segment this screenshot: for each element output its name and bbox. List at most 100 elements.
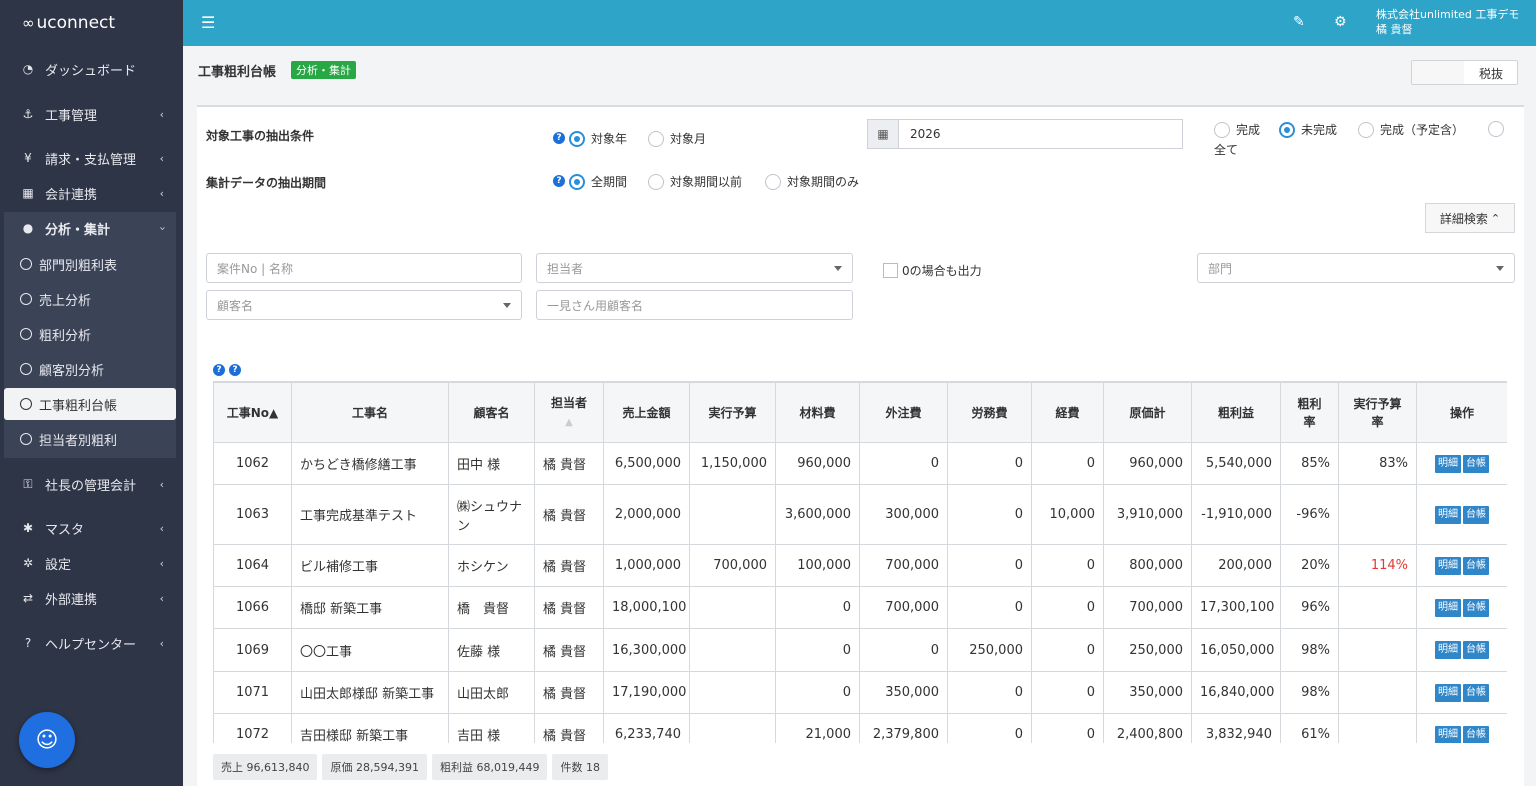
sidebar-item-billing[interactable]: ¥ 請求・支払管理 ‹ [4, 142, 176, 174]
tax-toggle[interactable]: 税抜 [1411, 60, 1518, 85]
help-icon[interactable]: ? [553, 175, 565, 187]
chevron-down-icon: ‹ [155, 225, 169, 231]
cell-material: 100,000 [775, 544, 860, 587]
sidebar-subitem-sales-analysis[interactable]: 売上分析 [4, 283, 176, 315]
sidebar-subitem-staff-profit[interactable]: 担当者別粗利 [4, 423, 176, 455]
col-header-profit[interactable]: 粗利益 [1191, 382, 1281, 443]
col-header-budget-rate[interactable]: 実行予算率 [1338, 382, 1417, 443]
radio-status-incomplete[interactable]: 未完成 [1279, 121, 1337, 138]
staff-select[interactable]: 担当者 [536, 253, 853, 283]
cell-rate: 20% [1280, 544, 1339, 587]
col-header-rate[interactable]: 粗利率 [1280, 382, 1339, 443]
summary-bar: 売上 96,613,840 原価 28,594,391 粗利益 68,019,4… [213, 754, 608, 780]
sidebar-item-external[interactable]: ⇄ 外部連携 ‹ [4, 582, 176, 614]
tax-toggle-label: 税抜 [1478, 67, 1503, 81]
zero-output-checkbox[interactable]: 0の場合も出力 [883, 262, 982, 279]
sidebar-item-help[interactable]: ? ヘルプセンター ‹ [4, 627, 176, 659]
cell-outsource: 0 [859, 628, 948, 672]
col-header-material[interactable]: 材料費 [775, 382, 860, 443]
chevron-left-icon: ‹ [159, 186, 164, 200]
settings-icon[interactable]: ⚙ [1334, 14, 1347, 30]
sidebar-subitem-customer-analysis[interactable]: 顧客別分析 [4, 353, 176, 385]
sidebar-subitem-profit-ledger[interactable]: 工事粗利台帳 [4, 388, 176, 420]
sidebar-subitem-profit-analysis[interactable]: 粗利分析 [4, 318, 176, 350]
chevron-left-icon: ‹ [159, 556, 164, 570]
radio-before-period[interactable]: 対象期間以前 [648, 173, 742, 190]
one-time-customer-input[interactable]: 一見さん用顧客名 [536, 290, 853, 320]
radio-target-year[interactable]: 対象年 [569, 130, 627, 147]
cell-rate: 98% [1280, 671, 1339, 714]
year-input[interactable]: ▦ 2026 [867, 119, 1183, 149]
help-icon[interactable]: ? [553, 132, 565, 144]
cell-budget [689, 484, 776, 545]
radio-label: 完成 [1236, 123, 1261, 137]
col-header-labor[interactable]: 労務費 [947, 382, 1032, 443]
radio-only-period[interactable]: 対象期間のみ [765, 173, 859, 190]
cell-cost: 700,000 [1103, 586, 1192, 629]
case-search-input[interactable]: 案件No | 名称 [206, 253, 522, 283]
ledger-button[interactable]: 台帳 [1463, 556, 1489, 575]
radio-status-complete-planned[interactable]: 完成（予定含） [1358, 121, 1464, 138]
sidebar-item-accounting[interactable]: ▦ 会計連携 ‹ [4, 177, 176, 209]
ledger-button[interactable]: 台帳 [1463, 505, 1489, 524]
user-menu[interactable]: 株式会社unlimited 工事デモ 橘 貴督 [1376, 7, 1519, 37]
cell-ops: 明細 台帳 [1416, 484, 1507, 545]
cell-budget-rate [1338, 713, 1417, 743]
cell-outsource: 0 [859, 442, 948, 485]
cell-sales: 16,300,000 [603, 628, 690, 672]
app-logo[interactable]: ∞ uconnect [0, 0, 183, 46]
cell-expense: 0 [1031, 442, 1104, 485]
checkbox-box [883, 263, 898, 278]
ledger-button[interactable]: 台帳 [1463, 683, 1489, 702]
col-header-outsource[interactable]: 外注費 [859, 382, 948, 443]
edit-icon[interactable]: ✎ [1293, 14, 1305, 30]
col-header-budget[interactable]: 実行予算 [689, 382, 776, 443]
sidebar-subitem-dept-profit[interactable]: 部門別粗利表 [4, 248, 176, 280]
detail-button[interactable]: 明細 [1435, 641, 1461, 659]
customer-select[interactable]: 顧客名 [206, 290, 522, 320]
detail-button[interactable]: 明細 [1435, 505, 1461, 524]
caret-down-icon [834, 266, 842, 271]
detail-button[interactable]: 明細 [1435, 725, 1461, 743]
sidebar-item-label: 会計連携 [45, 187, 98, 203]
cell-customer: 田中 様 [448, 442, 535, 485]
sidebar-item-management[interactable]: ⚿ 社長の管理会計 ‹ [4, 468, 176, 500]
chatbot-button[interactable]: ☺ [19, 712, 75, 768]
summary-cost: 原価 28,594,391 [322, 754, 427, 780]
gears-icon: ✲ [22, 556, 34, 570]
col-header-no[interactable]: 工事No▲ [213, 382, 292, 443]
radio-status-all[interactable] [1488, 121, 1510, 137]
ledger-button[interactable]: 台帳 [1463, 641, 1489, 659]
col-header-expense[interactable]: 経費 [1031, 382, 1104, 443]
radio-target-month[interactable]: 対象月 [648, 130, 706, 147]
sidebar-item-dashboard[interactable]: ◔ ダッシュボード [4, 53, 176, 85]
menu-toggle-icon[interactable]: ☰ [201, 13, 215, 32]
ledger-button[interactable]: 台帳 [1463, 454, 1489, 473]
help-icon[interactable]: ? [229, 364, 241, 376]
cell-profit: -1,910,000 [1191, 484, 1281, 545]
detail-button[interactable]: 明細 [1435, 454, 1461, 473]
advanced-search-button[interactable]: 詳細検索 ⌃ [1425, 203, 1515, 233]
col-header-sales[interactable]: 売上金額 [603, 382, 690, 443]
sidebar-item-settings[interactable]: ✲ 設定 ‹ [4, 547, 176, 579]
detail-button[interactable]: 明細 [1435, 598, 1461, 617]
radio-status-complete[interactable]: 完成 [1214, 121, 1260, 138]
col-header-cost[interactable]: 原価計 [1103, 382, 1192, 443]
col-header-name[interactable]: 工事名 [291, 382, 449, 443]
cell-budget: 1,150,000 [689, 442, 776, 485]
sidebar-item-analysis[interactable]: ● 分析・集計 ‹ [4, 212, 176, 244]
detail-button[interactable]: 明細 [1435, 683, 1461, 702]
sidebar-item-construction[interactable]: ⚓ 工事管理 ‹ [4, 98, 176, 130]
radio-all-period[interactable]: 全期間 [569, 173, 627, 190]
table-row: 1062 かちどき橋修繕工事 田中 様橘 貴督 6,500,000 1,150,000 9… [213, 442, 1507, 485]
cell-outsource: 700,000 [859, 586, 948, 629]
col-header-staff[interactable]: 担当者 ▲ [534, 382, 604, 443]
dept-select[interactable]: 部門 [1197, 253, 1515, 283]
sidebar-item-master[interactable]: ✱ マスタ ‹ [4, 512, 176, 544]
col-header-customer[interactable]: 顧客名 [448, 382, 535, 443]
cell-rate: 96% [1280, 586, 1339, 629]
help-icon[interactable]: ? [213, 364, 225, 376]
ledger-button[interactable]: 台帳 [1463, 598, 1489, 617]
detail-button[interactable]: 明細 [1435, 556, 1461, 575]
ledger-button[interactable]: 台帳 [1463, 725, 1489, 743]
